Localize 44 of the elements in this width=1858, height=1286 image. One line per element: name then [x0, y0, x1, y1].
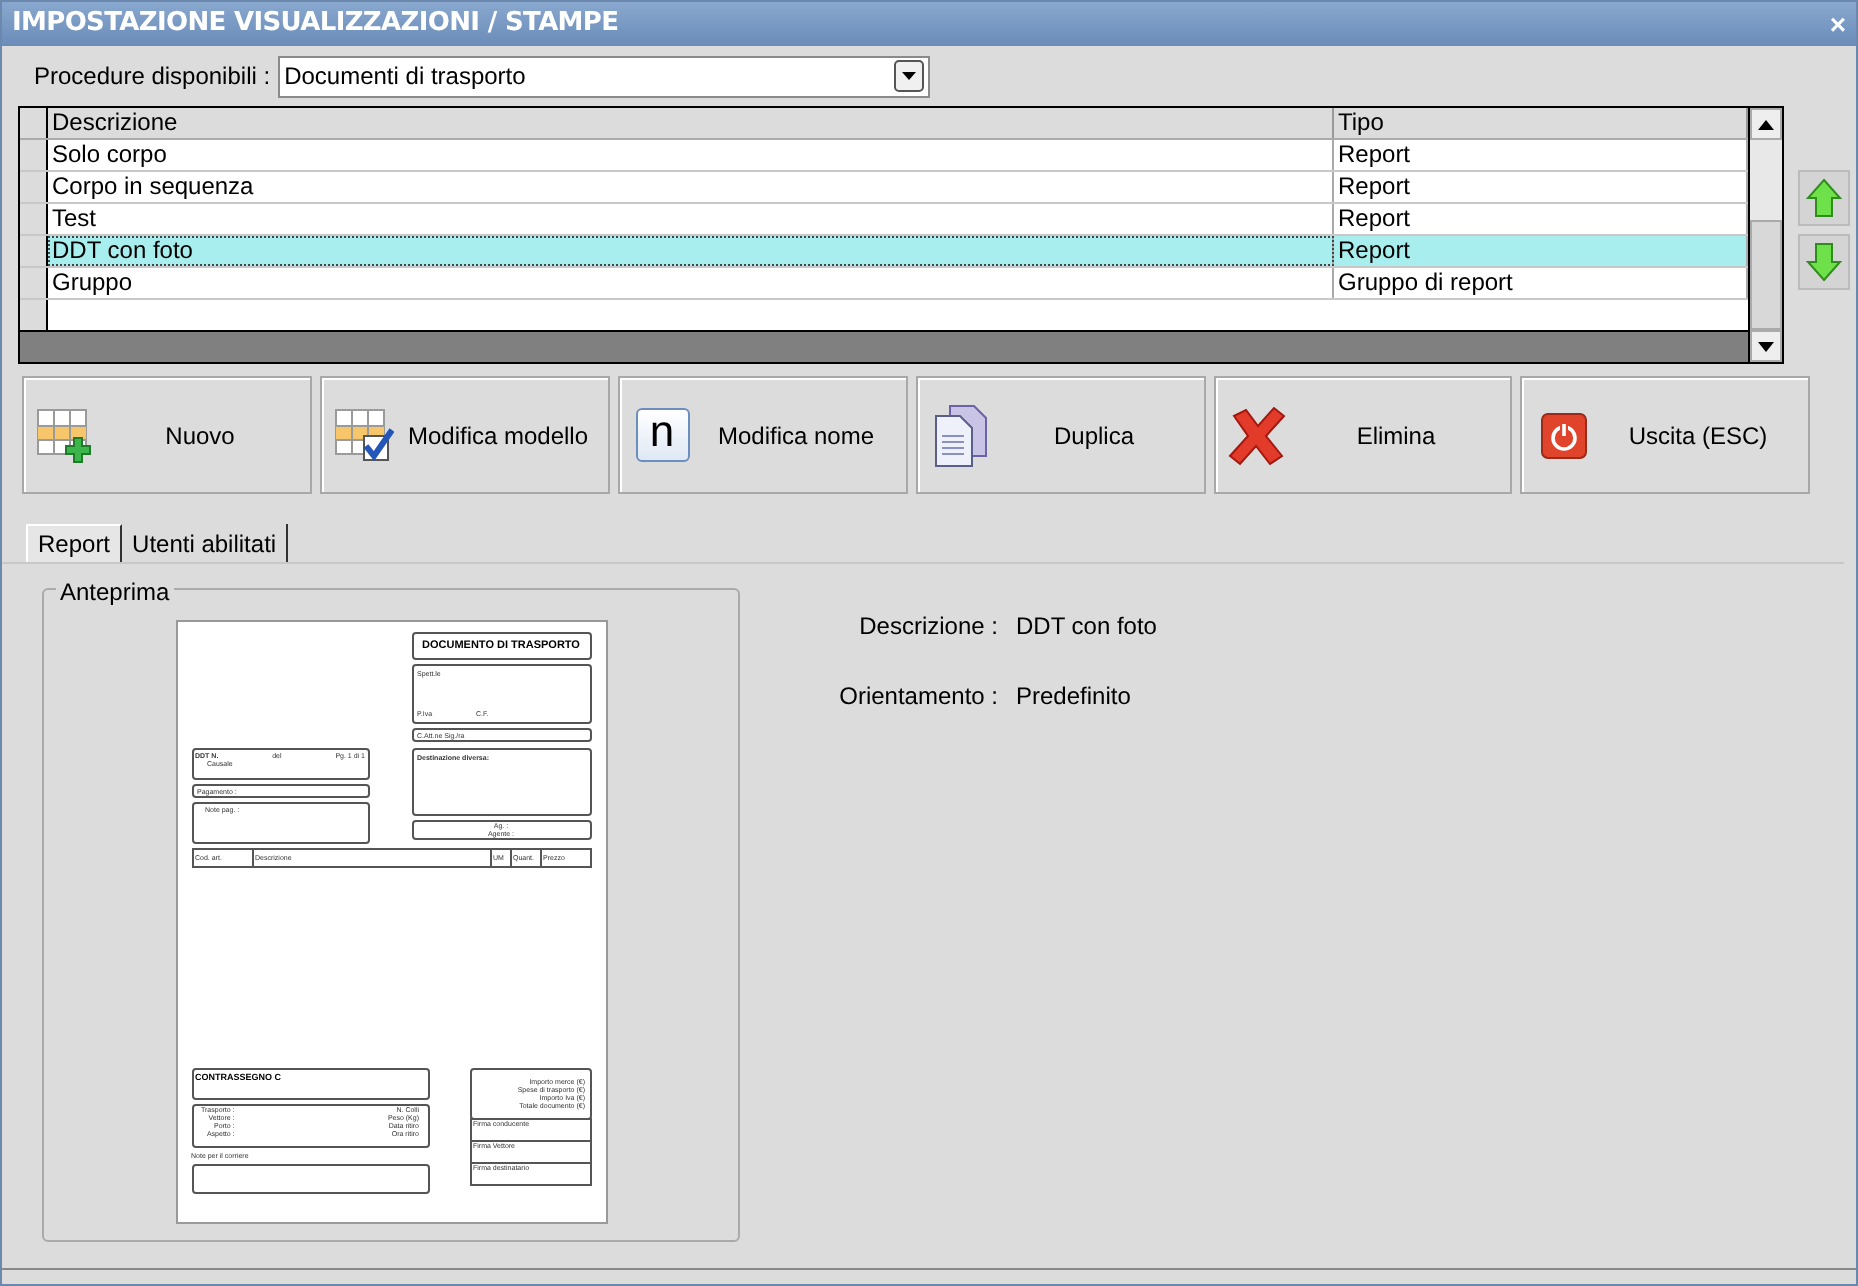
toolbar-button[interactable]: Elimina [1214, 376, 1512, 494]
scrollbar[interactable] [1748, 108, 1782, 362]
table-cell: Corpo in sequenza [48, 172, 1334, 202]
table-cell: DDT con foto [48, 236, 1334, 266]
field-value: DDT con foto [1016, 610, 1157, 644]
table-row[interactable]: DDT con foto Report [20, 236, 1748, 268]
row-header[interactable] [20, 140, 48, 170]
toolbar-button[interactable]: Duplica [916, 376, 1206, 494]
row-header[interactable] [20, 204, 48, 234]
row-header[interactable] [20, 268, 48, 298]
table-row[interactable]: Test Report [20, 204, 1748, 236]
power-icon [1540, 411, 1588, 459]
table-row[interactable]: Corpo in sequenza Report [20, 172, 1748, 204]
cross-icon [1226, 403, 1290, 467]
window-title: IMPOSTAZIONE VISUALIZZAZIONI / STAMPE [12, 6, 619, 43]
table-row[interactable]: Solo corpo Report [20, 140, 1748, 172]
procedure-dropdown[interactable]: Documenti di trasporto [278, 55, 931, 97]
field-label: Orientamento : [837, 680, 998, 714]
scroll-up-icon [1758, 119, 1774, 129]
table-add-icon [36, 405, 96, 465]
field-label: Descrizione : [857, 610, 998, 644]
toolbar-button[interactable]: Nuovo [22, 376, 312, 494]
scroll-down-icon [1758, 341, 1774, 351]
move-down-button[interactable] [1798, 234, 1850, 290]
table-check-icon [334, 405, 394, 465]
toolbar-button[interactable]: Modifica modello [320, 376, 610, 494]
table-cell: Gruppo [48, 268, 1334, 298]
toolbar-button[interactable]: n Modifica nome [618, 376, 908, 494]
table-row[interactable]: Gruppo Gruppo di report [20, 268, 1748, 300]
toolbar-button[interactable]: Uscita (ESC) [1520, 376, 1810, 494]
row-header[interactable] [20, 300, 48, 330]
table-cell: Test [48, 204, 1334, 234]
tab[interactable]: Report [26, 524, 123, 562]
arrow-down-icon [1806, 242, 1842, 282]
letter-tile-icon: n [635, 408, 689, 462]
table-cell: Solo corpo [48, 140, 1334, 170]
arrow-up-icon [1806, 178, 1842, 218]
field-value: Predefinito [1016, 680, 1133, 714]
row-header[interactable] [20, 172, 48, 202]
documents-icon [930, 403, 990, 467]
row-header[interactable] [20, 236, 48, 266]
column-header[interactable]: Descrizione [48, 108, 1334, 138]
move-up-button[interactable] [1798, 170, 1850, 226]
field-label: Procedure disponibili : [34, 60, 271, 94]
